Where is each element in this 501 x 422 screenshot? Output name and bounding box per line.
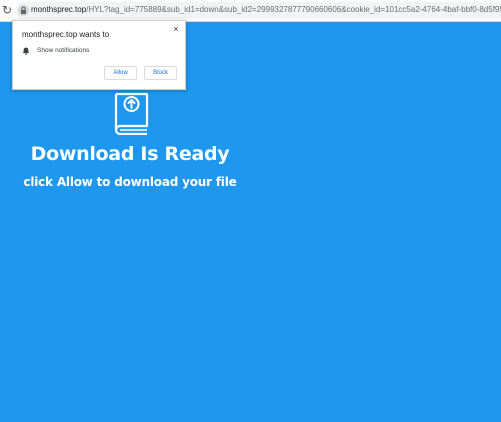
book-download-icon (114, 92, 149, 135)
reload-icon[interactable]: ↻ (2, 3, 14, 17)
url-text: monthsprec.top/HYL?tag_id=775889&sub_id1… (31, 4, 501, 16)
page-instruction: click Allow to download your file (23, 175, 237, 189)
allow-button[interactable]: Allow (104, 66, 137, 80)
url-path: /HYL?tag_id=775889&sub_id1=down&sub_id2=… (86, 5, 501, 14)
block-button[interactable]: Block (144, 66, 177, 80)
bell-icon (22, 47, 30, 55)
page-title: Download Is Ready (30, 143, 230, 165)
browser-window: ↻ monthsprec.top/HYL?tag_id=775889&sub_i… (0, 0, 501, 422)
dialog-title: monthsprec.top wants to (22, 30, 110, 39)
notification-permission-dialog: monthsprec.top wants to × Show notificat… (12, 20, 186, 90)
address-bar: ↻ monthsprec.top/HYL?tag_id=775889&sub_i… (0, 0, 501, 22)
url-field[interactable]: monthsprec.top/HYL?tag_id=775889&sub_id1… (15, 2, 501, 19)
permission-label: Show notifications (37, 47, 90, 54)
url-host: monthsprec.top (31, 5, 87, 14)
close-icon[interactable]: × (171, 24, 181, 34)
site-info-icon[interactable] (18, 5, 29, 16)
